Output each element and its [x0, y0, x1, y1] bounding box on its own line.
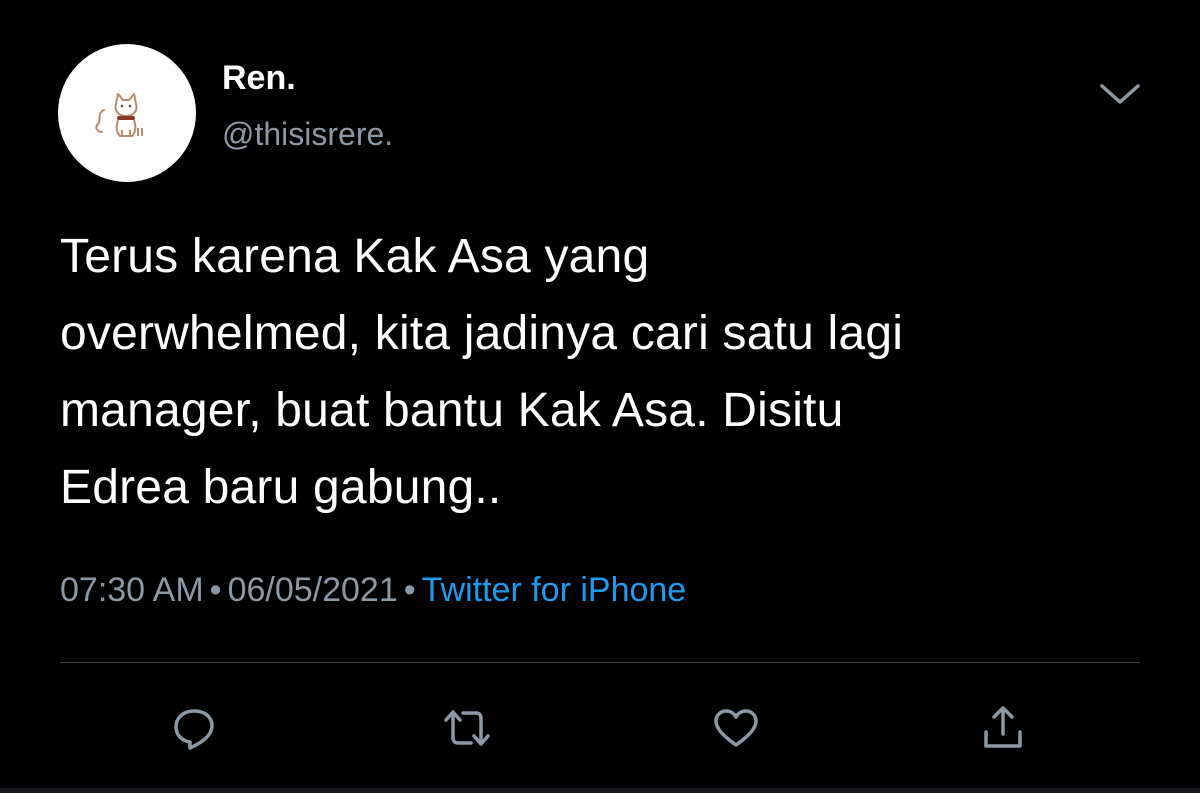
user-handle[interactable]: @thisisrere. — [222, 114, 393, 154]
retweet-icon — [444, 710, 490, 746]
tweet-date[interactable]: 06/05/2021 — [228, 571, 398, 609]
tweet-text-line: manager, buat bantu Kak Asa. Disitu — [60, 384, 844, 437]
share-button[interactable] — [977, 702, 1029, 754]
meta-separator: • — [403, 571, 416, 609]
chevron-down-icon — [1100, 84, 1140, 104]
bottom-edge — [0, 788, 1200, 793]
more-options-button[interactable] — [1096, 74, 1144, 114]
tweet-card: Ren. @thisisrere. Terus karena Kak Asa y… — [0, 0, 1200, 793]
tweet-text: Terus karena Kak Asa yang overwhelmed, k… — [60, 218, 1150, 526]
meta-separator: • — [209, 571, 222, 609]
tweet-text-line: Terus karena Kak Asa yang — [60, 230, 650, 283]
tweet-metadata: 07:30 AM • 06/05/2021 • Twitter for iPhone — [60, 568, 686, 612]
cat-illustration-icon — [95, 93, 143, 137]
retweet-button[interactable] — [441, 702, 493, 754]
tweet-source-link[interactable]: Twitter for iPhone — [422, 571, 687, 609]
reply-button[interactable] — [168, 702, 220, 754]
display-name[interactable]: Ren. — [222, 58, 296, 98]
avatar[interactable] — [58, 44, 196, 182]
tweet-text-line: overwhelmed, kita jadinya cari satu lagi — [60, 307, 904, 360]
heart-icon — [714, 709, 758, 747]
share-icon — [984, 706, 1022, 748]
reply-icon — [174, 709, 214, 750]
tweet-time[interactable]: 07:30 AM — [60, 571, 204, 609]
like-button[interactable] — [710, 702, 762, 754]
divider — [60, 662, 1140, 663]
tweet-text-line: Edrea baru gabung.. — [60, 461, 502, 514]
